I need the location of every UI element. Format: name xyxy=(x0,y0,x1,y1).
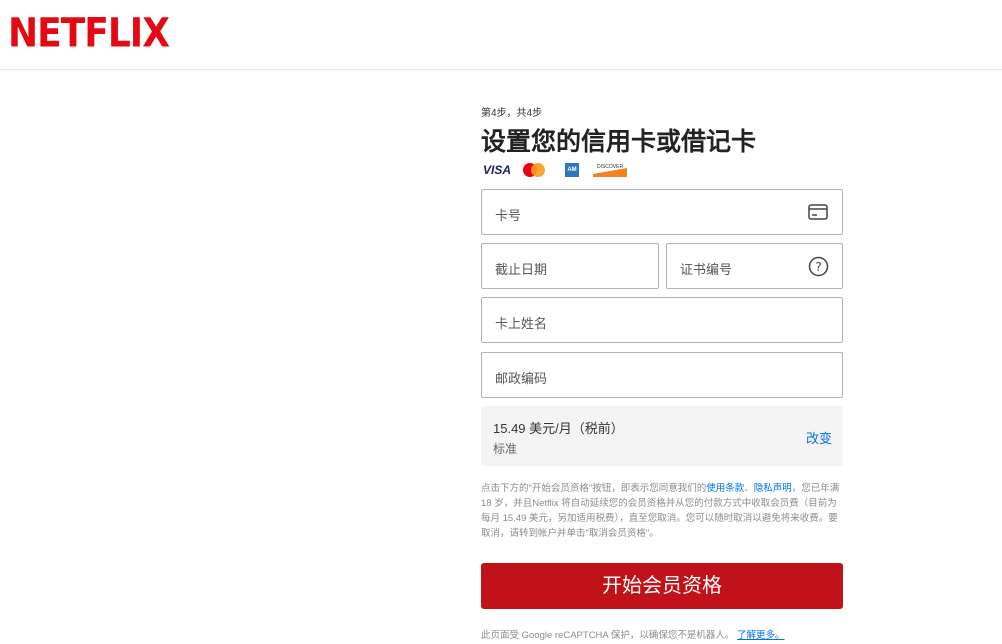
netflix-logo[interactable]: NETFLIX xyxy=(8,11,170,57)
discover-icon: DISCOVER xyxy=(593,163,627,177)
card-number-placeholder: 卡号 xyxy=(495,208,522,223)
page-title: 设置您的信用卡或借记卡 xyxy=(481,128,757,156)
amex-icon: AM xyxy=(565,163,579,177)
plan-price: 15.49 美元/月（税前） xyxy=(493,421,624,436)
card-number-field[interactable]: 卡号 xyxy=(481,189,843,235)
expiry-date-placeholder: 截止日期 xyxy=(495,262,548,277)
mastercard-icon xyxy=(523,160,549,180)
plan-summary: 15.49 美元/月（税前） 标准 改变 xyxy=(481,406,843,466)
page: NETFLIX 第4步，共4步 设置您的信用卡或借记卡 VISA AM DISC… xyxy=(0,0,1002,644)
credit-card-icon xyxy=(808,203,828,226)
plan-name: 标准 xyxy=(493,442,518,456)
svg-text:?: ? xyxy=(815,260,821,274)
cardholder-name-field[interactable]: 卡上姓名 xyxy=(481,297,843,343)
step-indicator: 第4步，共4步 xyxy=(481,108,543,119)
legal-separator: 、 xyxy=(744,483,754,494)
visa-icon: VISA xyxy=(483,163,512,177)
cvv-placeholder: 证书编号 xyxy=(680,262,733,277)
legal-text: 点击下方的"开始会员资格"按钮，即表示您同意我们的使用条款、隐私声明，您已年满 … xyxy=(481,481,843,541)
header: NETFLIX xyxy=(0,0,1002,70)
learn-more-link[interactable]: 了解更多。 xyxy=(737,630,785,641)
change-plan-link[interactable]: 改变 xyxy=(806,428,832,447)
terms-of-use-link[interactable]: 使用条款 xyxy=(706,483,744,494)
zip-code-placeholder: 邮政编码 xyxy=(495,371,548,386)
legal-text-part1: 点击下方的"开始会员资格"按钮，即表示您同意我们的 xyxy=(481,483,707,494)
cardholder-name-placeholder: 卡上姓名 xyxy=(495,316,548,331)
privacy-statement-link[interactable]: 隐私声明 xyxy=(754,483,792,494)
cvv-field[interactable]: 证书编号 ? xyxy=(666,243,843,289)
zip-code-field[interactable]: 邮政编码 xyxy=(481,352,843,398)
recaptcha-text: 此页面受 Google reCAPTCHA 保护，以确保您不是机器人。 xyxy=(481,630,735,641)
recaptcha-notice: 此页面受 Google reCAPTCHA 保护，以确保您不是机器人。 了解更多… xyxy=(481,627,843,641)
expiry-date-field[interactable]: 截止日期 xyxy=(481,243,659,289)
card-brand-logos: VISA AM DISCOVER xyxy=(483,160,643,182)
help-circle-icon[interactable]: ? xyxy=(808,256,829,282)
start-membership-button[interactable]: 开始会员资格 xyxy=(481,563,843,609)
